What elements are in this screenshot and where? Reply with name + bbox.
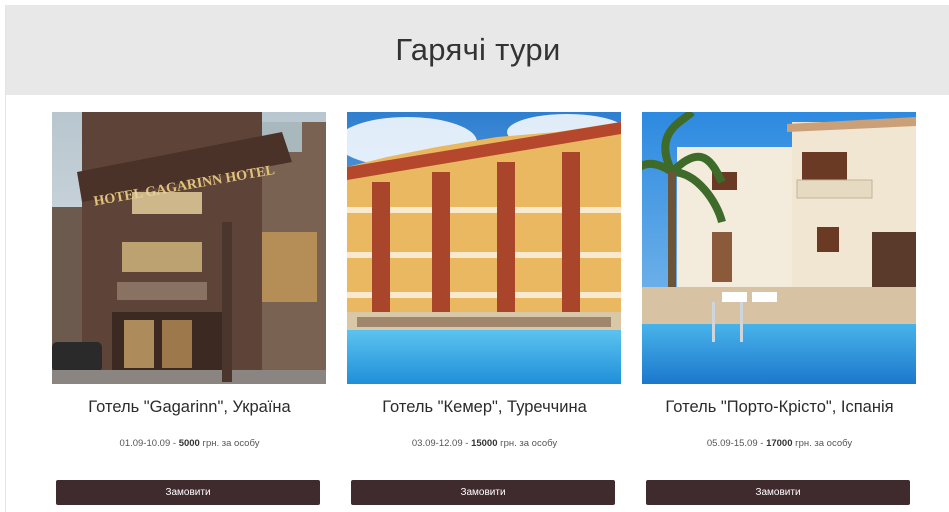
order-button[interactable]: Замовити <box>646 480 910 505</box>
tour-card-porto-cristo: Готель "Порто-Крісто", Іспанія 05.09-15.… <box>642 112 917 505</box>
tour-dates: 01.09-10.09 <box>119 438 171 449</box>
tour-photo-hotel-kemer[interactable] <box>347 112 621 384</box>
tour-price: 5000 <box>178 438 200 449</box>
tour-separator: - <box>462 438 472 449</box>
tour-dates-price: 01.09-10.09 - 5000 грн. за особу <box>52 438 327 449</box>
tour-title: Готель "Порто-Крісто", Іспанія <box>665 398 894 416</box>
tour-price: 15000 <box>471 438 498 449</box>
hot-tours-section: Гарячі тури HOTEL GAGARINN HOTEL Готель … <box>5 5 949 512</box>
tour-card-gagarinn: HOTEL GAGARINN HOTEL Готель "Gagarinn", … <box>52 112 327 505</box>
tour-price-suffix: грн. за особу <box>199 438 260 449</box>
order-button[interactable]: Замовити <box>351 480 615 505</box>
tour-separator: - <box>170 438 179 449</box>
order-button[interactable]: Замовити <box>56 480 320 505</box>
tour-dates: 05.09-15.09 <box>706 438 758 449</box>
section-header: Гарячі тури <box>6 5 949 95</box>
tour-title: Готель "Кемер", Туреччина <box>382 398 587 416</box>
tour-title: Готель "Gagarinn", Україна <box>88 398 291 416</box>
tour-dates-price: 05.09-15.09 - 17000 грн. за особу <box>642 438 917 449</box>
tour-price-suffix: грн. за особу <box>497 438 558 449</box>
tour-photo-hotel-porto-cristo[interactable] <box>642 112 916 384</box>
tour-dates: 03.09-12.09 <box>411 438 463 449</box>
section-title: Гарячі тури <box>395 32 561 67</box>
tour-dates-price: 03.09-12.09 - 15000 грн. за особу <box>347 438 622 449</box>
tour-price-suffix: грн. за особу <box>792 438 853 449</box>
tour-card-kemer: Готель "Кемер", Туреччина 03.09-12.09 - … <box>347 112 622 505</box>
tour-separator: - <box>757 438 767 449</box>
tour-photo-hotel-gagarinn[interactable]: HOTEL GAGARINN HOTEL <box>52 112 326 384</box>
tour-price: 17000 <box>766 438 793 449</box>
